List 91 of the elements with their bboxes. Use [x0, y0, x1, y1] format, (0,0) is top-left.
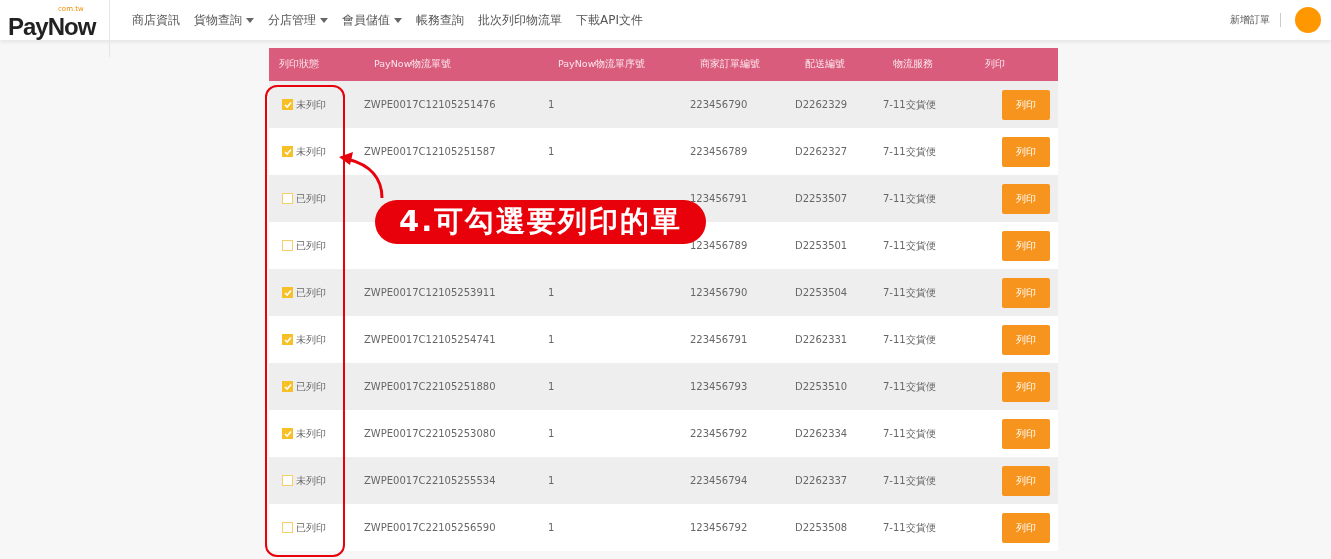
- table-cell-text: 1: [548, 287, 556, 298]
- table-cell-text: 7-11交貨便: [883, 144, 937, 159]
- print-status: 未列印: [296, 97, 326, 112]
- table-cell-text: D2253510: [795, 381, 849, 392]
- table-cell-text: ZWPE0017C12105253911: [364, 287, 497, 298]
- column-header: 物流服務: [892, 58, 934, 71]
- table-cell-text: D2253501: [795, 240, 849, 251]
- print-status: 未列印: [296, 144, 326, 159]
- print-status: 未列印: [296, 426, 326, 441]
- table-cell-text: 1: [548, 475, 556, 486]
- table-cell-text: D2262334: [795, 428, 849, 439]
- print-button[interactable]: 列印: [1002, 418, 1050, 449]
- checkbox[interactable]: [282, 146, 293, 157]
- print-button[interactable]: 列印: [1002, 136, 1050, 167]
- print-button[interactable]: 列印: [1002, 183, 1050, 214]
- new-order-link[interactable]: 新增訂單: [1230, 13, 1270, 27]
- checkbox[interactable]: [282, 240, 293, 251]
- print-button[interactable]: 列印: [1002, 277, 1050, 308]
- checkbox[interactable]: [282, 381, 293, 392]
- table-cell-text: 123456792: [690, 522, 749, 533]
- table-cell-text: 7-11交貨便: [883, 97, 937, 112]
- column-header: 配送編號: [804, 58, 846, 71]
- print-status: 已列印: [296, 520, 326, 535]
- nav-menu-item[interactable]: 會員儲值: [342, 11, 402, 29]
- table-cell-text: 1: [548, 381, 556, 392]
- table-cell-text: 7-11交貨便: [883, 473, 937, 488]
- print-status: 未列印: [296, 473, 326, 488]
- table-cell-text: 7-11交貨便: [883, 520, 937, 535]
- table-cell-text: 1: [548, 146, 556, 157]
- table-cell-text: 1: [548, 428, 556, 439]
- print-button[interactable]: 列印: [1002, 371, 1050, 402]
- print-status: 已列印: [296, 238, 326, 253]
- print-button[interactable]: 列印: [1002, 512, 1050, 543]
- table-cell-text: 223456790: [690, 99, 749, 110]
- user-avatar[interactable]: [1295, 7, 1321, 33]
- print-button[interactable]: 列印: [1002, 465, 1050, 496]
- table-cell-text: D2253508: [795, 522, 849, 533]
- table-cell-text: ZWPE0017C12105251476: [364, 99, 497, 110]
- table-cell-text: 123456790: [690, 287, 749, 298]
- print-status: 已列印: [296, 191, 326, 206]
- table-cell-text: 7-11交貨便: [883, 379, 937, 394]
- table-cell-text: 123456793: [690, 381, 749, 392]
- table-cell-text: 7-11交貨便: [883, 332, 937, 347]
- table-cell-text: 1: [548, 99, 556, 110]
- table-cell-text: 7-11交貨便: [883, 285, 937, 300]
- table-cell-text: D2262329: [795, 99, 849, 110]
- table-cell-text: 7-11交貨便: [883, 238, 937, 253]
- column-header: PayNow物流單序號: [557, 58, 647, 71]
- table-cell-text: 7-11交貨便: [883, 191, 937, 206]
- table-cell-text: 223456791: [690, 334, 749, 345]
- column-header: 商家訂單編號: [699, 58, 761, 71]
- table-cell-text: 223456789: [690, 146, 749, 157]
- print-status: 已列印: [296, 379, 326, 394]
- table-cell-text: 1: [548, 334, 556, 345]
- table-cell-text: 223456792: [690, 428, 749, 439]
- nav-menu-item[interactable]: 批次列印物流單: [478, 11, 562, 29]
- print-status: 已列印: [296, 285, 326, 300]
- table-cell-text: 223456794: [690, 475, 749, 486]
- checkbox[interactable]: [282, 287, 293, 298]
- table-cell-text: D2262337: [795, 475, 849, 486]
- table-cell-text: ZWPE0017C22105256590: [364, 522, 497, 533]
- table-cell-text: ZWPE0017C22105251880: [364, 381, 497, 392]
- nav-menu-item[interactable]: 貨物查詢: [194, 11, 254, 29]
- checkbox[interactable]: [282, 99, 293, 110]
- column-header: 列印狀態: [278, 58, 320, 71]
- print-button[interactable]: 列印: [1002, 230, 1050, 261]
- print-button[interactable]: 列印: [1002, 324, 1050, 355]
- checkbox[interactable]: [282, 334, 293, 345]
- print-button[interactable]: 列印: [1002, 89, 1050, 120]
- checkbox[interactable]: [282, 428, 293, 439]
- table-cell-text: ZWPE0017C22105253080: [364, 428, 497, 439]
- nav-menu-item[interactable]: 帳務查詢: [416, 11, 464, 29]
- table-cell-text: 7-11交貨便: [883, 426, 937, 441]
- table-cell-text: D2262327: [795, 146, 849, 157]
- table-cell-text: D2253504: [795, 287, 849, 298]
- logo[interactable]: PayNow: [8, 13, 96, 41]
- print-status: 未列印: [296, 332, 326, 347]
- nav-menu-item[interactable]: 下載API文件: [576, 11, 643, 29]
- table-cell-text: D2253507: [795, 193, 849, 204]
- table-cell-text: ZWPE0017C12105254741: [364, 334, 497, 345]
- column-header: PayNow物流單號: [373, 58, 453, 71]
- nav-menu-item[interactable]: 分店管理: [268, 11, 328, 29]
- table-cell-text: ZWPE0017C12105251587: [364, 146, 497, 157]
- column-header: 列印: [984, 58, 1006, 71]
- checkbox[interactable]: [282, 522, 293, 533]
- checkbox[interactable]: [282, 475, 293, 486]
- checkbox[interactable]: [282, 193, 293, 204]
- table-cell-text: D2262331: [795, 334, 849, 345]
- nav-menu-item[interactable]: 商店資訊: [132, 11, 180, 29]
- table-cell-text: ZWPE0017C22105255534: [364, 475, 497, 486]
- table-cell-text: 1: [548, 522, 556, 533]
